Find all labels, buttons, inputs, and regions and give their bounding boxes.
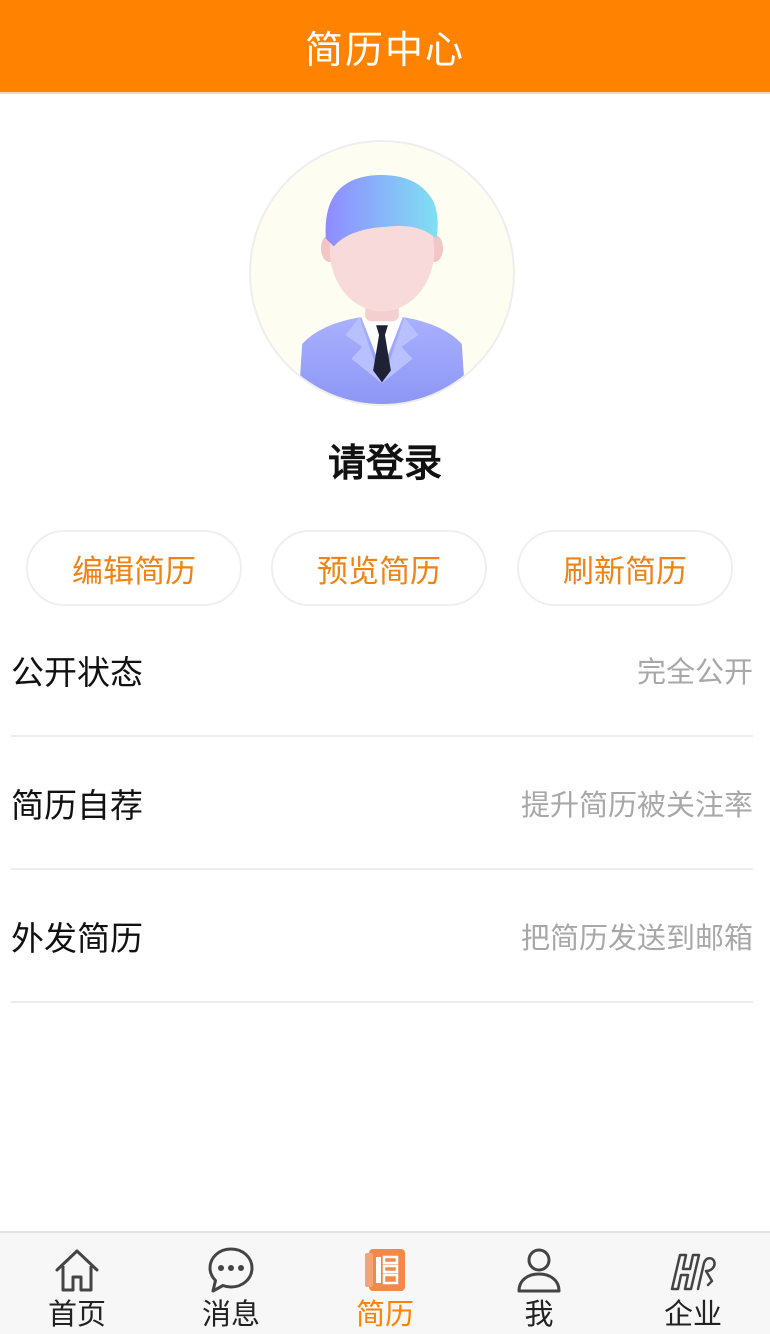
setting-row-self-recommend[interactable]: 简历自荐 提升简历被关注率	[11, 737, 753, 870]
login-prompt[interactable]: 请登录	[0, 432, 770, 487]
setting-value: 提升简历被关注率	[520, 787, 753, 822]
company-icon	[670, 1253, 716, 1291]
setting-value: 完全公开	[636, 654, 753, 689]
setting-row-visibility[interactable]: 公开状态 完全公开	[11, 604, 753, 737]
tab-label: 消息	[201, 1297, 260, 1331]
setting-value: 把简历发送到邮箱	[520, 920, 753, 955]
user-icon	[517, 1248, 561, 1293]
avatar[interactable]	[249, 140, 515, 406]
resume-center-page: 简历中心 请登录 编辑简历 预览简历 刷新简历 公开状态 完全公开 简历自荐 提…	[0, 0, 770, 1334]
refresh-resume-button[interactable]: 刷新简历	[517, 530, 733, 606]
chat-icon	[208, 1247, 254, 1293]
default-avatar-illustration	[298, 175, 466, 404]
preview-resume-button[interactable]: 预览简历	[271, 530, 487, 606]
resume-actions: 编辑简历 预览简历 刷新简历	[0, 530, 770, 606]
setting-row-send-resume[interactable]: 外发简历 把简历发送到邮箱	[11, 870, 753, 1003]
tab-label: 简历	[355, 1297, 414, 1331]
tab-company[interactable]: 企业	[616, 1233, 770, 1334]
edit-resume-button[interactable]: 编辑简历	[26, 530, 242, 606]
tab-home[interactable]: 首页	[0, 1233, 154, 1334]
tab-label: 企业	[663, 1297, 722, 1331]
tab-resume[interactable]: 简历	[308, 1233, 462, 1334]
setting-label: 外发简历	[11, 918, 143, 958]
setting-label: 公开状态	[11, 652, 143, 692]
home-icon	[55, 1249, 99, 1292]
tab-messages[interactable]: 消息	[154, 1233, 308, 1334]
tab-label: 首页	[47, 1297, 106, 1331]
page-title: 简历中心	[304, 27, 465, 72]
tab-me[interactable]: 我	[462, 1233, 616, 1334]
top-bar: 简历中心	[0, 0, 770, 94]
bottom-tab-bar: 首页 消息 简历 我 企业	[0, 1231, 770, 1334]
settings-list: 公开状态 完全公开 简历自荐 提升简历被关注率 外发简历 把简历发送到邮箱	[11, 604, 753, 1003]
tab-label: 我	[524, 1297, 554, 1331]
resume-icon	[365, 1249, 405, 1291]
setting-label: 简历自荐	[11, 785, 143, 825]
